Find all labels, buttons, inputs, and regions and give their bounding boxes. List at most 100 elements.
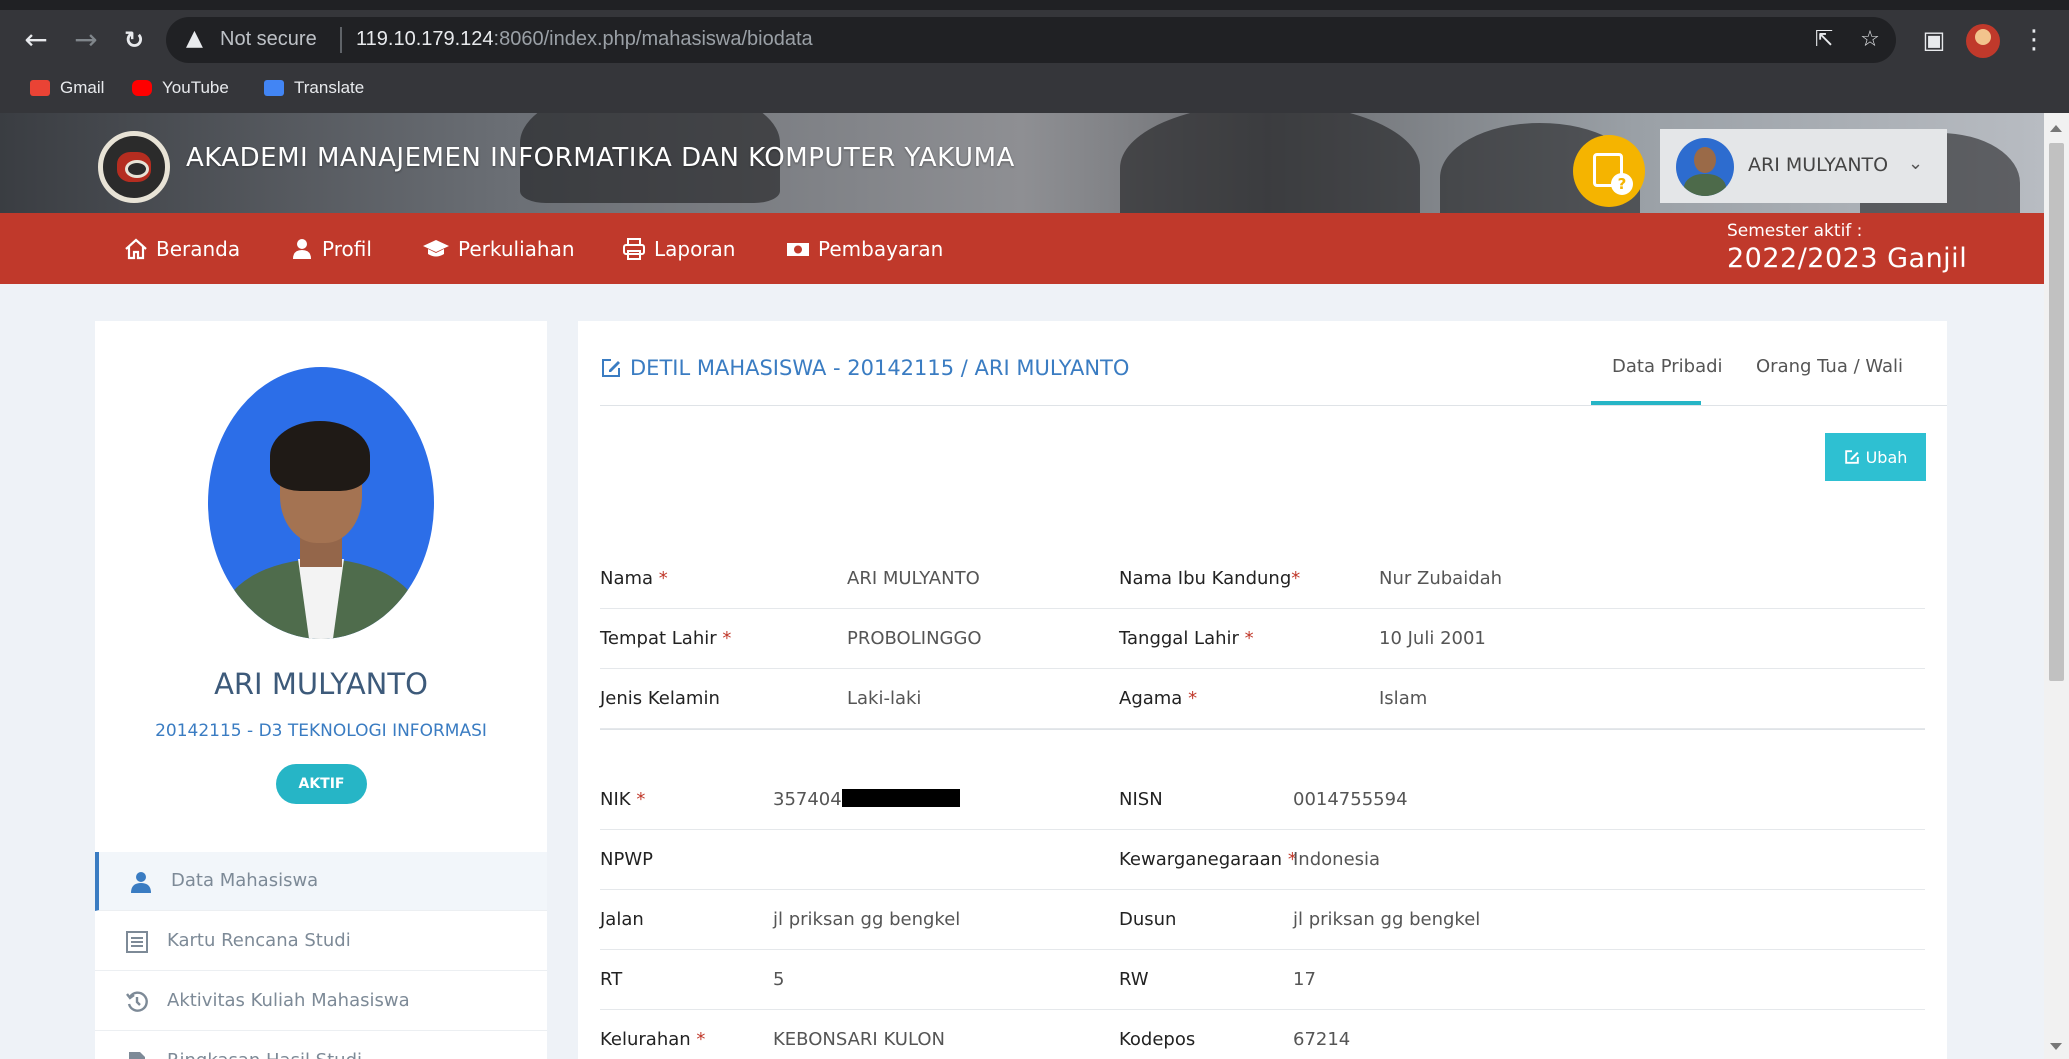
field-value: 5 <box>773 969 785 990</box>
sidebar-item-label: Aktivitas Kuliah Mahasiswa <box>167 990 410 1011</box>
user-icon <box>129 870 153 894</box>
back-arrow-icon[interactable]: ← <box>18 22 54 58</box>
bookmark-youtube[interactable]: YouTube <box>132 76 229 100</box>
url-path: :8060/index.php/mahasiswa/biodata <box>493 28 813 50</box>
campus-logo[interactable] <box>98 131 170 203</box>
scroll-down-arrow-icon[interactable] <box>2050 1043 2062 1050</box>
field-value: jl priksan gg bengkel <box>1293 909 1481 930</box>
student-id-program: 20142115 - D3 TEKNOLOGI INFORMASI <box>155 721 487 741</box>
field-value: 357404 <box>773 789 960 810</box>
table-row: Nama * ARI MULYANTO Nama Ibu Kandung* Nu… <box>600 549 1925 609</box>
student-name: ARI MULYANTO <box>214 667 428 701</box>
bookmark-gmail[interactable]: Gmail <box>30 76 104 100</box>
table-row: Kelurahan * KEBONSARI KULON Kodepos 6721… <box>600 1010 1925 1059</box>
required-mark: * <box>1244 628 1254 649</box>
sidebar-item-kartu-rencana-studi[interactable]: Kartu Rencana Studi <box>95 912 547 971</box>
main-nav: Beranda Profil Perkuliahan Laporan Pemba… <box>0 213 2044 284</box>
page-scrollbar[interactable] <box>2044 113 2069 1059</box>
nav-beranda[interactable]: Beranda <box>124 235 240 263</box>
field-label: Dusun <box>1119 909 1177 930</box>
browser-chrome: ← → ↻ ▲ Not secure 119.10.179.124:8060/i… <box>0 0 2069 113</box>
bookmark-label: Gmail <box>60 78 105 97</box>
bookmark-translate[interactable]: Translate <box>264 76 364 100</box>
redaction-block <box>841 789 960 807</box>
more-vert-icon[interactable]: ⋮ <box>2016 22 2052 58</box>
field-label: Jalan <box>600 909 644 930</box>
url-text[interactable]: 119.10.179.124:8060/index.php/mahasiswa/… <box>356 28 813 51</box>
file-icon <box>125 1050 149 1059</box>
table-row: RT 5 RW 17 <box>600 950 1925 1010</box>
nav-perkuliahan[interactable]: Perkuliahan <box>422 235 575 263</box>
header-divider <box>600 405 1947 406</box>
site-title: AKADEMI MANAJEMEN INFORMATIKA DAN KOMPUT… <box>186 143 1015 173</box>
table-row: Jalan jl priksan gg bengkel Dusun jl pri… <box>600 890 1925 950</box>
sidebar-item-label: Ringkasan Hasil Studi <box>167 1050 362 1059</box>
sidebar-item-data-mahasiswa[interactable]: Data Mahasiswa <box>95 852 547 911</box>
tab-orang-tua-wali[interactable]: Orang Tua / Wali <box>1756 356 1903 377</box>
field-value: 10 Juli 2001 <box>1379 628 1486 649</box>
scroll-up-arrow-icon[interactable] <box>2050 125 2062 132</box>
side-panel-icon[interactable]: ▣ <box>1916 22 1952 58</box>
user-avatar <box>1676 138 1734 196</box>
url-host: 119.10.179.124 <box>356 28 494 50</box>
history-icon <box>125 990 149 1014</box>
semester-label: Semester aktif : <box>1727 221 1863 241</box>
sidebar-item-aktivitas-kuliah[interactable]: Aktivitas Kuliah Mahasiswa <box>95 972 547 1031</box>
browser-profile-avatar[interactable] <box>1966 24 2000 58</box>
detail-title: DETIL MAHASISWA - 20142115 / ARI MULYANT… <box>600 356 1129 380</box>
bookmark-label: YouTube <box>162 78 229 97</box>
not-secure-label[interactable]: Not secure <box>220 28 317 51</box>
nav-label: Perkuliahan <box>458 237 575 261</box>
required-mark: * <box>1188 688 1198 709</box>
field-value: KEBONSARI KULON <box>773 1029 945 1050</box>
nav-profil[interactable]: Profil <box>290 235 372 263</box>
edit-button[interactable]: Ubah <box>1825 433 1926 481</box>
share-icon[interactable]: ⇱ <box>1810 26 1838 54</box>
table-row: NPWP Kewarganegaraan * Indonesia <box>600 830 1925 890</box>
field-label: Tempat Lahir * <box>600 628 731 649</box>
nav-pembayaran[interactable]: Pembayaran <box>786 235 943 263</box>
site-header: AKADEMI MANAJEMEN INFORMATIKA DAN KOMPUT… <box>0 113 2044 213</box>
label-text: Tempat Lahir <box>600 628 717 649</box>
field-value: 0014755594 <box>1293 789 1408 810</box>
sidebar-item-ringkasan-hasil-studi[interactable]: Ringkasan Hasil Studi <box>95 1032 547 1059</box>
field-label: Agama * <box>1119 688 1197 709</box>
nav-label: Beranda <box>156 237 241 261</box>
printer-icon <box>622 238 646 260</box>
field-value: Indonesia <box>1293 849 1381 870</box>
field-label: Kewarganegaraan * <box>1119 849 1297 870</box>
student-detail-card: DETIL MAHASISWA - 20142115 / ARI MULYANT… <box>578 321 1947 1059</box>
edit-button-label: Ubah <box>1865 447 1908 467</box>
forward-arrow-icon[interactable]: → <box>68 22 104 58</box>
field-label: Jenis Kelamin <box>600 688 720 709</box>
field-label: Tanggal Lahir * <box>1119 628 1254 649</box>
required-mark: * <box>696 1029 706 1050</box>
label-text: Nama <box>600 568 654 589</box>
sidebar-item-label: Data Mahasiswa <box>171 870 319 891</box>
field-label: NISN <box>1119 789 1163 810</box>
semester-value: 2022/2023 Ganjil <box>1727 243 1968 274</box>
field-value: Laki-laki <box>847 688 922 709</box>
bookmarks-bar: Gmail YouTube Translate <box>0 70 2069 106</box>
tab-data-pribadi[interactable]: Data Pribadi <box>1612 356 1723 377</box>
field-label: Kodepos <box>1119 1029 1196 1050</box>
label-text: Kelurahan <box>600 1029 691 1050</box>
sidebar-item-label: Kartu Rencana Studi <box>167 930 351 951</box>
field-value: jl priksan gg bengkel <box>773 909 961 930</box>
bookmark-star-icon[interactable]: ☆ <box>1856 26 1884 54</box>
nav-laporan[interactable]: Laporan <box>622 235 735 263</box>
detail-title-text: DETIL MAHASISWA - 20142115 / ARI MULYANT… <box>630 356 1130 380</box>
warning-icon[interactable]: ▲ <box>186 26 212 52</box>
address-bar[interactable]: ▲ Not secure 119.10.179.124:8060/index.p… <box>166 17 1896 63</box>
help-manual-button[interactable]: ? <box>1573 135 1645 207</box>
nav-label: Profil <box>322 237 372 261</box>
field-label: RT <box>600 969 623 990</box>
reload-icon[interactable]: ↻ <box>116 22 152 58</box>
scrollbar-thumb[interactable] <box>2049 143 2064 681</box>
student-photo <box>208 367 434 639</box>
field-value: Nur Zubaidah <box>1379 568 1503 589</box>
required-mark: * <box>722 628 732 649</box>
address-separator <box>340 27 342 53</box>
user-menu-button[interactable]: ARI MULYANTO ⌄ <box>1660 129 1947 203</box>
edit-icon <box>1844 449 1860 465</box>
